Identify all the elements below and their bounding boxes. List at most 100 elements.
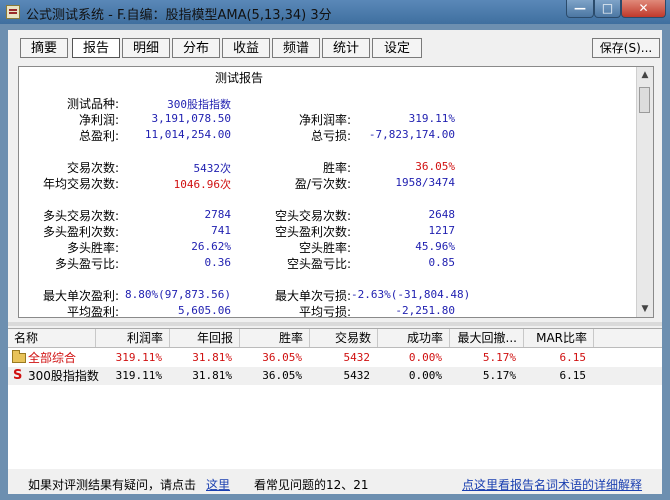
minimize-button[interactable]: — [566, 0, 594, 18]
row-cell-win-rate: 36.05% [262, 351, 302, 364]
report-value-left: 2784 [204, 208, 232, 221]
report-value-right: 36.05% [415, 160, 455, 173]
main-panel: 摘要 报告 明细 分布 收益 频谱 统计 设定 保存(S)... 测试报告 测试品种: 300股… [8, 30, 662, 494]
row-name: 300股指指数 [28, 369, 99, 383]
report-label-right: 空头盈亏比: [286, 257, 351, 271]
tab-summary[interactable]: 摘要 [20, 38, 68, 58]
report-panel: 测试报告 测试品种: 300股指指数净利润: 3,191,078.50 总盈利: 11,… [18, 66, 654, 318]
report-title: 测试报告 [215, 71, 264, 85]
header-profit-rate[interactable]: 利润率 [96, 329, 170, 347]
s-icon: S [13, 368, 23, 383]
report-label-left: 净利润: [78, 113, 119, 127]
report-value-right: -2,251.80 [395, 304, 455, 317]
tab-distribution[interactable]: 分布 [172, 38, 220, 58]
table-row[interactable]: S 300股指指数 319.11% 31.81% 36.05% 5432 0.00% 5.17… [8, 367, 662, 385]
report-label-left: 交易次数: [66, 161, 119, 175]
tab-report[interactable]: 报告 [72, 38, 120, 58]
report-label-left: 多头胜率: [66, 241, 119, 255]
row-cell-mar-ratio: 6.15 [559, 351, 587, 364]
row-cell-annual-return: 31.81% [192, 351, 232, 364]
app-icon [6, 5, 20, 19]
scroll-thumb[interactable] [639, 87, 650, 113]
row-cell-profit-rate: 319.11% [115, 369, 162, 382]
header-win-rate[interactable]: 胜率 [240, 329, 310, 347]
row-cell-mar-ratio: 6.15 [559, 369, 587, 382]
header-annual-return[interactable]: 年回报 [170, 329, 240, 347]
report-label-left: 多头交易次数: [42, 209, 119, 223]
report-label-left: 最大单次盈利: [42, 289, 119, 303]
report-value-left: 5432次 [193, 162, 232, 175]
report-value-right: 2648 [428, 208, 456, 221]
report-label-right: 胜率: [322, 161, 351, 175]
report-value-left: 3,191,078.50 [151, 112, 231, 125]
header-name[interactable]: 名称 [8, 329, 96, 347]
report-label-right: 总亏损: [310, 129, 351, 143]
report-value-right: 1217 [428, 224, 456, 237]
row-cell-annual-return: 31.81% [192, 369, 232, 382]
title-bar[interactable]: 公式测试系统 - F.自编：股指模型AMA(5,13,34) 3分 — □ ✕ [0, 0, 670, 24]
report-value-right: 0.85 [428, 256, 456, 269]
report-value-left: 1046.96次 [173, 178, 231, 191]
window-title: 公式测试系统 - F.自编：股指模型AMA(5,13,34) 3分 [26, 8, 332, 23]
report-label-left: 年均交易次数: [42, 177, 119, 191]
header-trades[interactable]: 交易数 [310, 329, 378, 347]
table-header: 名称 利润率 年回报 胜率 交易数 成功率 最大回撤... MAR比率 [8, 329, 662, 348]
report-value-right: -2.63%(-31,804.48) [351, 288, 471, 301]
report-label-right: 空头胜率: [298, 241, 351, 255]
report-label-right: 最大单次亏损: [274, 289, 351, 303]
row-cell-max-drawdown: 5.17% [482, 351, 516, 364]
app-window: 公式测试系统 - F.自编：股指模型AMA(5,13,34) 3分 — □ ✕ … [0, 0, 670, 500]
scroll-up-icon[interactable]: ▲ [637, 67, 653, 83]
row-cell-success-rate: 0.00% [408, 351, 442, 364]
report-label-right: 净利润率: [298, 113, 351, 127]
tab-spectrum[interactable]: 频谱 [272, 38, 320, 58]
row-cell-win-rate: 36.05% [262, 369, 302, 382]
report-value-left: 741 [211, 224, 231, 237]
header-max-drawdown[interactable]: 最大回撤... [450, 329, 524, 347]
report-value-left: 300股指指数 [167, 98, 231, 111]
report-value-left: 26.62% [191, 240, 231, 253]
report-label-left: 多头盈亏比: [54, 257, 119, 271]
folder-icon [12, 350, 26, 363]
report-label-left: 总盈利: [78, 129, 119, 143]
tab-details[interactable]: 明细 [122, 38, 170, 58]
report-value-right: 45.96% [415, 240, 455, 253]
glossary-link[interactable]: 点这里看报告名词术语的详细解释 [462, 476, 642, 493]
footer-bar: 如果对评测结果有疑问，请点击 这里 看常见问题的12、21 点这里看报告名词术语… [8, 474, 662, 494]
header-mar-ratio[interactable]: MAR比率 [524, 329, 594, 347]
here-link[interactable]: 这里 [206, 476, 230, 493]
tab-settings[interactable]: 设定 [372, 38, 422, 58]
report-value-right: 1958/3474 [395, 176, 455, 189]
header-success-rate[interactable]: 成功率 [378, 329, 450, 347]
report-value-left: 5,605.06 [178, 304, 231, 317]
save-button[interactable]: 保存(S)... [592, 38, 660, 58]
scroll-down-icon[interactable]: ▼ [637, 301, 653, 317]
report-label-right: 盈/亏次数: [294, 177, 351, 191]
results-table: 名称 利润率 年回报 胜率 交易数 成功率 最大回撤... MAR比率 全部综合 319.11%… [8, 328, 662, 469]
report-label-left: 多头盈利次数: [42, 225, 119, 239]
report-scrollbar[interactable]: ▲ ▼ [636, 67, 653, 317]
report-label-right: 空头交易次数: [274, 209, 351, 223]
row-cell-trades: 5432 [343, 369, 371, 382]
report-label-left: 平均盈利: [66, 305, 119, 318]
report-label-right: 空头盈利次数: [274, 225, 351, 239]
row-cell-trades: 5432 [343, 351, 371, 364]
report-value-right: -7,823,174.00 [368, 128, 455, 141]
faq-text: 看常见问题的12、21 [254, 478, 369, 492]
report-value-left: 11,014,254.00 [144, 128, 231, 141]
tab-returns[interactable]: 收益 [222, 38, 270, 58]
footer-text: 如果对评测结果有疑问，请点击 [28, 478, 197, 492]
report-value-left: 0.36 [204, 256, 232, 269]
row-cell-success-rate: 0.00% [408, 369, 442, 382]
report-label-left: 测试品种: [66, 97, 119, 111]
row-cell-profit-rate: 319.11% [115, 351, 162, 364]
close-button[interactable]: ✕ [621, 0, 666, 18]
row-name: 全部综合 [28, 351, 77, 365]
report-value-left: 8.80%(97,873.56) [125, 288, 231, 301]
report-label-right: 平均亏损: [298, 305, 351, 318]
table-row[interactable]: 全部综合 319.11% 31.81% 36.05% 5432 0.00% 5.17% 6.1… [8, 349, 662, 367]
tab-statistics[interactable]: 统计 [322, 38, 370, 58]
report-value-right: 319.11% [408, 112, 455, 125]
panel-splitter[interactable] [8, 322, 662, 326]
maximize-button[interactable]: □ [594, 0, 621, 18]
